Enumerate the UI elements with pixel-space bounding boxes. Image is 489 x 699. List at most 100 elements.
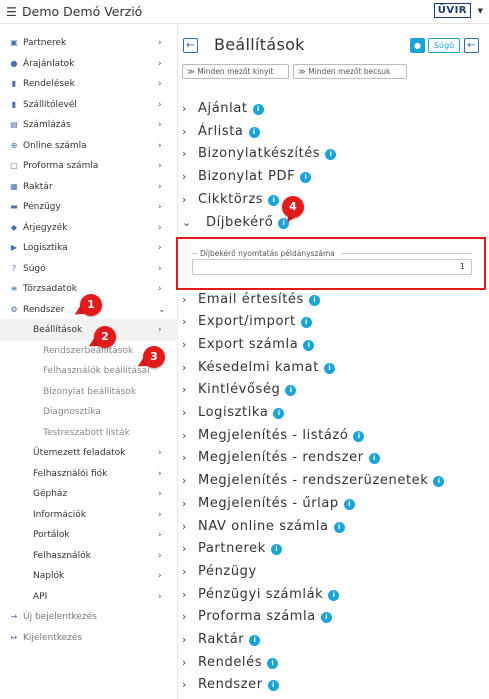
sidebar-item[interactable]: ▤ Számlázás ›	[0, 114, 178, 136]
settings-section-header[interactable]: › Bizonylatkészítés i	[182, 143, 337, 165]
sidebar-item[interactable]: ▮ Rendelések ›	[0, 73, 178, 95]
settings-section-header[interactable]: › Megjelenítés - űrlap i	[182, 493, 355, 515]
info-icon[interactable]: i	[328, 589, 340, 601]
settings-section-header[interactable]: › Email értesítés i	[182, 289, 320, 311]
sidebar-item[interactable]: Felhasználók ›	[0, 545, 178, 567]
chevron-right-icon: ›	[158, 181, 162, 192]
brand-logo[interactable]: ÜVIR	[433, 3, 471, 18]
truck-icon: ▶	[10, 243, 18, 252]
info-icon[interactable]: i	[252, 104, 264, 115]
settings-section-header[interactable]: › Cikktörzs i	[182, 189, 280, 211]
back-button-right[interactable]: ←	[464, 38, 479, 53]
sidebar-item[interactable]: ◆ Árjegyzék ›	[0, 217, 178, 239]
settings-section-header[interactable]: › Ajánlat i	[182, 98, 264, 120]
settings-section-header[interactable]: › Pénzügyi számlák i	[182, 584, 340, 606]
settings-section-header[interactable]: › Késedelmi kamat i	[182, 357, 335, 379]
settings-section-header[interactable]: › Kintlévőség i	[182, 379, 297, 401]
settings-section-label: Bizonylat PDF	[198, 169, 296, 185]
sidebar-item[interactable]: Ütemezett feladatok ›	[0, 442, 178, 464]
sidebar-item-label: Súgó	[23, 263, 46, 274]
sidebar-item-label: Bizonylat beállítások	[43, 386, 137, 397]
settings-section-label: Raktár	[198, 632, 245, 647]
info-icon[interactable]: i	[333, 521, 345, 533]
sidebar-item[interactable]: ? Súgó ›	[0, 258, 178, 280]
info-icon[interactable]: i	[268, 194, 280, 206]
sidebar-item[interactable]: ▬ Pénzügy ›	[0, 196, 178, 218]
info-icon[interactable]: i	[320, 612, 332, 624]
chevron-right-icon: ›	[182, 474, 187, 488]
settings-section-label: Rendelés	[198, 654, 263, 670]
top-bar: ☰ Demo Demó Verzió ÜVIR ▼	[0, 0, 489, 24]
info-icon[interactable]: i	[433, 476, 445, 488]
info-icon[interactable]: i	[303, 339, 315, 351]
chevron-right-icon: ›	[182, 360, 187, 374]
sidebar-item[interactable]: Naplók ›	[0, 565, 178, 587]
sidebar-item[interactable]: ▮ Szállítólevél ›	[0, 94, 178, 116]
sidebar-item[interactable]: ● Árajánlatok ›	[0, 53, 178, 75]
settings-section-header[interactable]: › Export számla i	[182, 334, 315, 356]
settings-section-header[interactable]: › Partnerek i	[182, 538, 282, 560]
settings-section-header[interactable]: › Megjelenítés - rendszerüzenetek i	[182, 470, 445, 492]
sidebar-item[interactable]: ▶ Logisztika ›	[0, 237, 178, 259]
help-button[interactable]: Súgó	[428, 38, 460, 53]
sidebar-item[interactable]: Gépház ›	[0, 483, 178, 505]
collapse-all-button[interactable]: ≫ Minden mezőt becsuk	[293, 64, 407, 79]
info-icon[interactable]: i	[308, 294, 320, 306]
settings-section-label: Megjelenítés - rendszer	[198, 450, 364, 466]
chevron-right-icon: ›	[182, 147, 187, 161]
expand-all-button[interactable]: ≫ Minden mezőt kinyit	[182, 64, 289, 79]
settings-section-header[interactable]: › Megjelenítés - listázó i	[182, 425, 365, 447]
sidebar-item[interactable]: Testreszabott listák	[0, 422, 178, 444]
info-icon[interactable]: i	[353, 430, 365, 442]
sidebar-item[interactable]: Portálok ›	[0, 524, 178, 546]
sidebar-item[interactable]: API ›	[0, 586, 178, 608]
sidebar-item[interactable]: ↦ Kijelentkezés	[0, 627, 178, 649]
settings-section-header[interactable]: › Pénzügy	[182, 561, 257, 583]
sidebar-item[interactable]: Diagnosztika	[0, 401, 178, 423]
settings-section-header[interactable]: › Rendelés i	[182, 652, 279, 674]
info-icon[interactable]: i	[323, 362, 335, 374]
sidebar-item-label: Új bejelentkezés	[23, 612, 97, 622]
chevron-right-icon: ›	[158, 120, 162, 130]
info-icon[interactable]: i	[368, 453, 380, 465]
sidebar-item[interactable]: ▣ Partnerek ›	[0, 32, 178, 54]
chevron-right-icon: ›	[182, 542, 187, 556]
info-icon[interactable]: i	[343, 498, 355, 510]
sidebar-item[interactable]: ▢ Proforma számla ›	[0, 155, 178, 177]
caret-down-icon[interactable]: ▼	[478, 7, 483, 15]
chat-icon[interactable]: ●	[410, 38, 425, 53]
info-icon[interactable]: i	[325, 149, 337, 161]
sidebar-item[interactable]: ⊕ Online számla ›	[0, 135, 178, 157]
copies-number-input[interactable]: 1	[192, 259, 472, 275]
sidebar-item-label: Raktár	[23, 181, 53, 192]
settings-section-header[interactable]: › Megjelenítés - rendszer i	[182, 447, 380, 469]
settings-section-header[interactable]: › Bizonylat PDF i	[182, 166, 312, 188]
info-icon[interactable]: i	[300, 172, 312, 184]
settings-section-header[interactable]: › Árlista i	[182, 121, 260, 143]
sidebar-item[interactable]: Felhasználói fiók ›	[0, 463, 178, 485]
sidebar-item[interactable]: Bizonylat beállítások	[0, 381, 178, 403]
settings-section-header[interactable]: › Export/import i	[182, 311, 312, 333]
info-icon[interactable]: i	[267, 680, 279, 692]
chevron-right-icon: ›	[158, 448, 162, 458]
sidebar-item[interactable]: Információk ›	[0, 504, 178, 526]
hamburger-icon[interactable]: ☰	[6, 5, 17, 19]
settings-section-header[interactable]: › NAV online számla i	[182, 516, 345, 538]
sidebar-item[interactable]: ▦ Raktár ›	[0, 176, 178, 198]
settings-section-header[interactable]: › Raktár i	[182, 629, 261, 651]
settings-section-header[interactable]: ⌄ Díjbekérő i	[182, 212, 290, 234]
info-icon[interactable]: i	[273, 408, 285, 419]
settings-section-header[interactable]: › Proforma számla i	[182, 606, 332, 628]
info-icon[interactable]: i	[300, 317, 312, 329]
info-icon[interactable]: i	[285, 385, 297, 397]
info-icon[interactable]: i	[270, 544, 282, 556]
info-icon[interactable]: i	[249, 635, 261, 646]
sidebar-item[interactable]: Beállítások ›	[0, 319, 178, 341]
settings-section-header[interactable]: › Logisztika i	[182, 402, 285, 424]
settings-section-header[interactable]: › Rendszer i	[182, 674, 279, 696]
info-icon[interactable]: i	[248, 126, 260, 138]
sidebar-item[interactable]: → Új bejelentkezés	[0, 606, 178, 628]
back-button[interactable]: ←	[183, 38, 198, 53]
note-icon: ▢	[10, 161, 18, 170]
info-icon[interactable]: i	[267, 657, 279, 669]
